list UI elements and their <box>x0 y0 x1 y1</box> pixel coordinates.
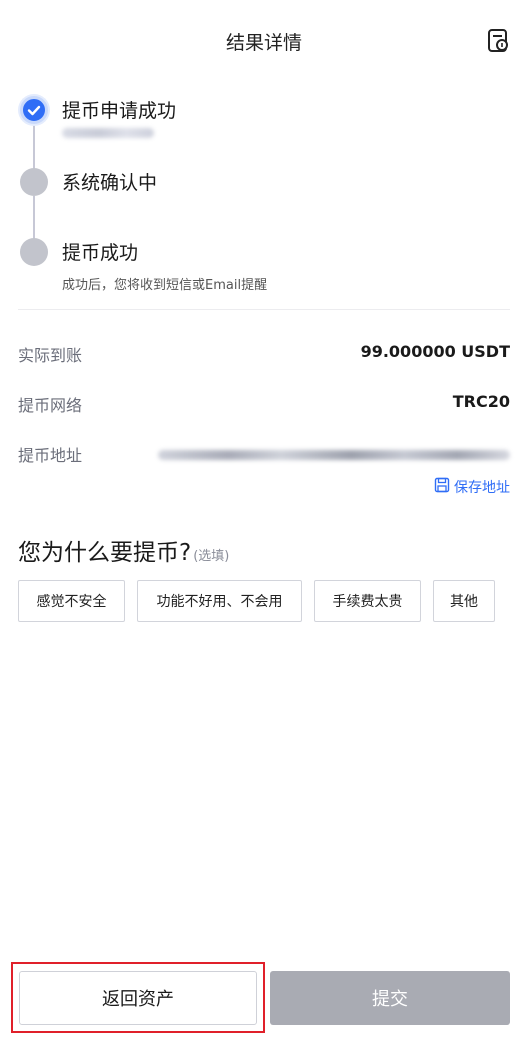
address-value-blurred <box>158 450 510 460</box>
page-title: 结果详情 <box>225 32 302 54</box>
step-title-confirming: 系统确认中 <box>62 172 158 194</box>
network-value: TRC20 <box>452 392 510 411</box>
reason-optional-hint: (选填) <box>193 549 230 564</box>
received-amount-row: 实际到账 99.000000 USDT <box>18 338 510 368</box>
received-value: 99.000000 USDT <box>360 342 510 361</box>
reason-option-hard-to-use[interactable]: 功能不好用、不会用 <box>137 580 302 622</box>
reason-option-unsafe[interactable]: 感觉不安全 <box>18 580 125 622</box>
save-address-label: 保存地址 <box>454 480 510 496</box>
footer-actions: 返回资产 提交 <box>0 962 528 1042</box>
withdraw-progress-steps: 提币申请成功 系统确认中 提币成功 成功后，您将收到短信或Email提醒 <box>18 92 510 302</box>
step-pending-icon <box>20 168 48 196</box>
withdraw-reason-question: 您为什么要提币? (选填) <box>18 533 229 567</box>
step-done-icon <box>20 96 48 124</box>
step-title-success: 提币成功 <box>62 242 139 264</box>
save-address-button[interactable]: 保存地址 <box>434 477 510 497</box>
step-subtitle-success: 成功后，您将收到短信或Email提醒 <box>62 278 268 293</box>
address-row: 提币地址 <box>18 438 510 468</box>
received-label: 实际到账 <box>18 346 83 365</box>
reason-question-text: 您为什么要提币? <box>18 540 192 566</box>
step-timestamp-blurred <box>62 128 154 138</box>
submit-button[interactable]: 提交 <box>270 971 510 1025</box>
save-icon <box>434 477 450 497</box>
receipt-icon[interactable] <box>486 28 512 54</box>
divider <box>18 309 510 310</box>
reason-options: 感觉不安全 功能不好用、不会用 手续费太贵 其他 <box>18 580 510 622</box>
header: 结果详情 <box>0 0 528 84</box>
step-title-applied: 提币申请成功 <box>62 100 177 122</box>
reason-option-other[interactable]: 其他 <box>433 580 495 622</box>
back-to-assets-button[interactable]: 返回资产 <box>19 971 257 1025</box>
address-label: 提币地址 <box>18 446 83 465</box>
network-label: 提币网络 <box>18 396 83 415</box>
reason-option-high-fee[interactable]: 手续费太贵 <box>314 580 421 622</box>
network-row: 提币网络 TRC20 <box>18 388 510 418</box>
step-pending-icon <box>20 238 48 266</box>
